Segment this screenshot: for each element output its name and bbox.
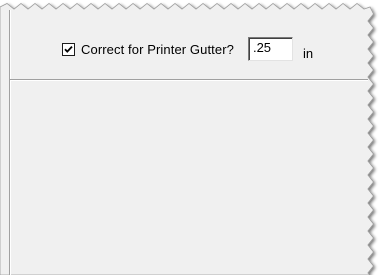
printer-gutter-checkbox[interactable] [62, 42, 75, 56]
dialog-fragment: Correct for Printer Gutter? in [0, 0, 379, 275]
printer-gutter-label[interactable]: Correct for Printer Gutter? [81, 42, 234, 57]
gutter-size-input[interactable] [247, 37, 293, 61]
gutter-unit-label: in [302, 45, 314, 61]
checkmark-icon [64, 45, 73, 53]
gutter-option-row: Correct for Printer Gutter? in [62, 37, 313, 61]
